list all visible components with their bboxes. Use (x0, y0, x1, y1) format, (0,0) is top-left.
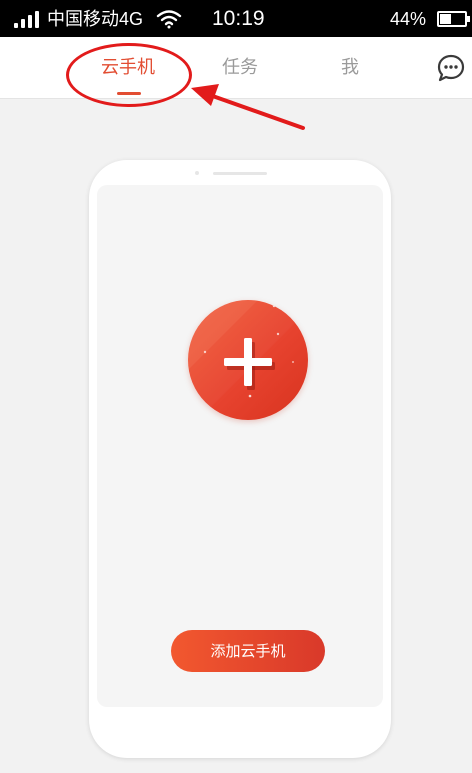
plus-icon (188, 300, 294, 398)
speaker-slot (213, 172, 267, 175)
cloud-phone-card: 添加云手机 (89, 160, 391, 758)
annotation-ellipse (66, 43, 192, 107)
chat-bubble-icon[interactable] (436, 53, 466, 83)
wifi-icon (156, 10, 182, 29)
add-phone-circle[interactable] (188, 300, 308, 420)
tab-me[interactable]: 我 (341, 57, 359, 79)
phone-screen: 添加云手机 (97, 185, 383, 707)
battery-percent: 44% (390, 9, 427, 29)
tab-tasks[interactable]: 任务 (222, 57, 258, 79)
carrier-name: 中国移动4G (47, 9, 144, 29)
camera-dot (195, 171, 199, 175)
clock: 10:19 (212, 7, 265, 30)
battery-icon (437, 11, 470, 27)
battery-fill (440, 14, 451, 24)
signal-icon (14, 11, 42, 28)
status-bar: 中国移动4G 10:19 44% (0, 0, 472, 37)
add-cloud-phone-button[interactable]: 添加云手机 (171, 630, 325, 672)
annotation-arrow-icon (191, 84, 305, 130)
